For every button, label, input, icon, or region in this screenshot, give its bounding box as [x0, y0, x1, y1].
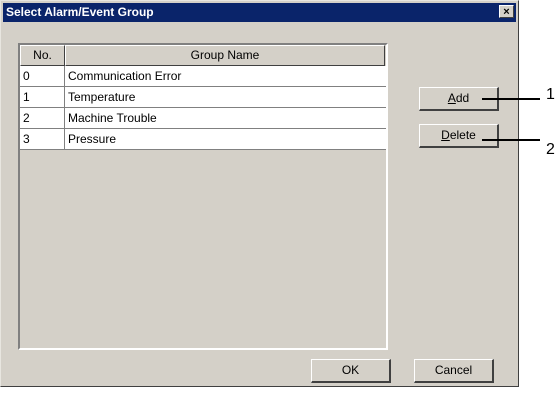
table-row[interactable]: 2 Machine Trouble	[20, 108, 386, 129]
window-title: Select Alarm/Event Group	[6, 5, 154, 19]
add-label-rest: dd	[455, 91, 470, 105]
table-row[interactable]: 3 Pressure	[20, 129, 386, 150]
callout-number-1: 1	[546, 86, 555, 103]
select-alarm-event-group-dialog: Select Alarm/Event Group × No. Group Nam…	[0, 0, 519, 387]
table-row[interactable]: 0 Communication Error	[20, 66, 386, 87]
row-number: 1	[20, 87, 65, 107]
row-number: 0	[20, 66, 65, 86]
callout-line-1	[482, 98, 540, 100]
close-button[interactable]: ×	[499, 5, 514, 18]
callout-line-2	[482, 139, 540, 141]
callout-number-2: 2	[546, 141, 555, 158]
row-group-name: Temperature	[68, 90, 136, 104]
column-header-group-name[interactable]: Group Name	[65, 45, 385, 66]
add-mnemonic: A	[447, 91, 456, 105]
group-list[interactable]: No. Group Name 0 Communication Error 1 T…	[18, 43, 388, 350]
delete-button[interactable]: Delete	[419, 124, 499, 148]
close-icon: ×	[503, 6, 510, 18]
ok-button[interactable]: OK	[311, 359, 391, 383]
row-group-name: Machine Trouble	[68, 111, 157, 125]
row-number: 3	[20, 129, 65, 149]
list-header: No. Group Name	[20, 45, 386, 66]
table-row[interactable]: 1 Temperature	[20, 87, 386, 108]
title-bar: Select Alarm/Event Group ×	[3, 3, 516, 22]
delete-label-rest: elete	[449, 128, 476, 142]
cancel-button[interactable]: Cancel	[414, 359, 494, 383]
delete-mnemonic: D	[441, 128, 450, 142]
column-header-no[interactable]: No.	[20, 45, 65, 66]
row-group-name: Pressure	[68, 132, 117, 146]
row-group-name: Communication Error	[68, 69, 182, 83]
row-number: 2	[20, 108, 65, 128]
list-rows: 0 Communication Error 1 Temperature 2 Ma…	[20, 66, 386, 150]
